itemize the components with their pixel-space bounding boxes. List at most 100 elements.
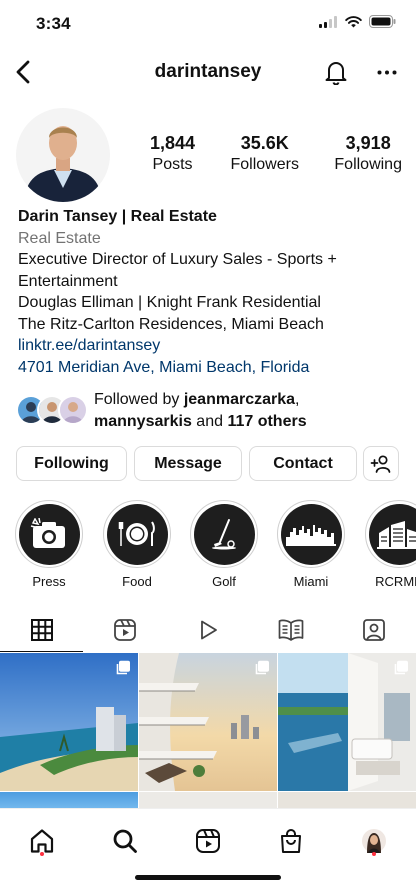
message-button[interactable]: Message <box>134 446 242 481</box>
highlight-label: Miami <box>293 574 329 589</box>
tab-guides[interactable] <box>249 608 332 652</box>
bio-line: The Ritz-Carlton Residences, Miami Beach <box>18 315 324 333</box>
home-icon <box>30 829 54 853</box>
wifi-icon <box>345 15 362 27</box>
carousel-icon <box>255 660 269 675</box>
category-label: Real Estate <box>18 229 101 247</box>
post-tile[interactable] <box>278 653 416 791</box>
profile-notification-dot <box>372 852 376 856</box>
highlight-food[interactable]: Food <box>102 500 172 589</box>
bio-line: Entertainment <box>18 272 118 290</box>
shop-icon <box>281 829 301 853</box>
mutual-avatar <box>58 395 88 425</box>
tagged-icon <box>362 619 385 641</box>
followers-count: 35.6K <box>240 133 289 153</box>
following-button[interactable]: Following <box>16 446 127 481</box>
followers-label: Followers <box>230 156 299 173</box>
followers-stat[interactable]: 35.6K Followers <box>230 132 298 176</box>
followed-by-and: and <box>191 412 228 430</box>
reels-icon <box>113 619 136 641</box>
mutual-username[interactable]: jeanmarczarka <box>184 391 295 408</box>
plate-icon <box>118 521 155 546</box>
highlight-cover <box>18 503 80 565</box>
home-notification-dot <box>40 852 44 856</box>
nav-reels[interactable] <box>190 823 226 859</box>
mutual-username[interactable]: mannysarkis <box>94 413 192 430</box>
display-name: Darin Tansey | Real Estate <box>18 208 217 225</box>
followed-by[interactable]: Followed by jeanmarczarka, mannysarkis a… <box>16 389 406 433</box>
story-highlights: Press Food Golf Miami RCRM <box>0 500 416 596</box>
highlight-cover <box>193 503 255 565</box>
posts-count: 1,844 <box>150 133 196 153</box>
username-title: darintansey <box>154 61 262 82</box>
highlight-cover <box>280 503 342 565</box>
followed-by-text: Followed by jeanmarczarka, mannysarkis a… <box>94 389 404 432</box>
followed-by-comma: , <box>295 391 300 408</box>
nav-shop[interactable] <box>273 823 309 859</box>
post-tile[interactable] <box>0 792 138 808</box>
profile-avatar[interactable] <box>16 108 110 202</box>
tab-grid[interactable] <box>0 608 83 652</box>
posts-label: Posts <box>152 156 193 173</box>
highlight-ring <box>365 500 416 568</box>
following-stat[interactable]: 3,918 Following <box>334 132 402 176</box>
highlight-ring <box>277 500 345 568</box>
tab-reels[interactable] <box>83 608 166 652</box>
bell-icon <box>325 62 347 85</box>
highlight-miami[interactable]: Miami <box>276 500 346 589</box>
highlight-press[interactable]: Press <box>14 500 84 589</box>
more-options-button[interactable] <box>372 56 402 88</box>
post-tile[interactable] <box>139 653 277 791</box>
golf-icon <box>212 519 236 550</box>
signal-icon <box>319 15 337 28</box>
highlight-cover <box>106 503 168 565</box>
profile-actions: Following Message Contact <box>16 446 400 482</box>
more-horizontal-icon <box>377 70 397 74</box>
tab-tagged[interactable] <box>332 608 415 652</box>
battery-icon <box>369 15 396 28</box>
mutual-avatars <box>16 395 88 425</box>
highlight-ring <box>15 500 83 568</box>
highlight-golf[interactable]: Golf <box>189 500 259 589</box>
add-person-icon <box>370 454 391 473</box>
tab-video[interactable] <box>166 608 249 652</box>
highlight-label: Golf <box>212 574 236 589</box>
highlight-cover <box>368 503 416 565</box>
highlight-ring <box>190 500 258 568</box>
bottom-nav <box>0 808 416 896</box>
camera-icon <box>30 518 65 548</box>
guide-icon <box>278 619 303 641</box>
profile-avatar <box>362 829 386 853</box>
highlight-label: RCRMB <box>375 574 416 589</box>
carousel-icon <box>394 660 408 675</box>
highlight-label: Food <box>122 574 152 589</box>
profile-photo <box>16 108 110 202</box>
status-time: 3:34 <box>36 14 71 33</box>
mutual-others[interactable]: 117 others <box>227 413 306 430</box>
highlight-ring <box>103 500 171 568</box>
add-person-button[interactable] <box>363 446 399 481</box>
highlight-rcrmb[interactable]: RCRMB <box>364 500 416 589</box>
notifications-button[interactable] <box>321 56 351 88</box>
reels-icon <box>196 829 220 853</box>
nav-search[interactable] <box>107 823 143 859</box>
profile-bio: Darin Tansey | Real Estate Real Estate E… <box>18 206 408 378</box>
status-bar: 3:34 <box>0 0 416 46</box>
contact-button[interactable]: Contact <box>249 446 357 481</box>
following-count: 3,918 <box>345 133 391 153</box>
grid-icon <box>30 618 53 641</box>
play-icon <box>200 620 217 640</box>
status-icons <box>319 15 396 28</box>
highlight-label: Press <box>32 574 66 589</box>
home-indicator <box>135 875 281 880</box>
posts-grid <box>0 653 416 808</box>
post-tile[interactable] <box>278 792 416 808</box>
following-label: Following <box>334 156 402 173</box>
bio-link[interactable]: linktr.ee/darintansey <box>18 335 408 357</box>
carousel-icon <box>116 660 130 675</box>
post-tile[interactable] <box>0 653 138 791</box>
posts-stat[interactable]: 1,844 Posts <box>150 132 195 176</box>
post-tile[interactable] <box>139 792 277 808</box>
profile-stats: 1,844 Posts 35.6K Followers 3,918 Follow… <box>150 132 402 176</box>
address-link[interactable]: 4701 Meridian Ave, Miami Beach, Florida <box>18 357 408 379</box>
